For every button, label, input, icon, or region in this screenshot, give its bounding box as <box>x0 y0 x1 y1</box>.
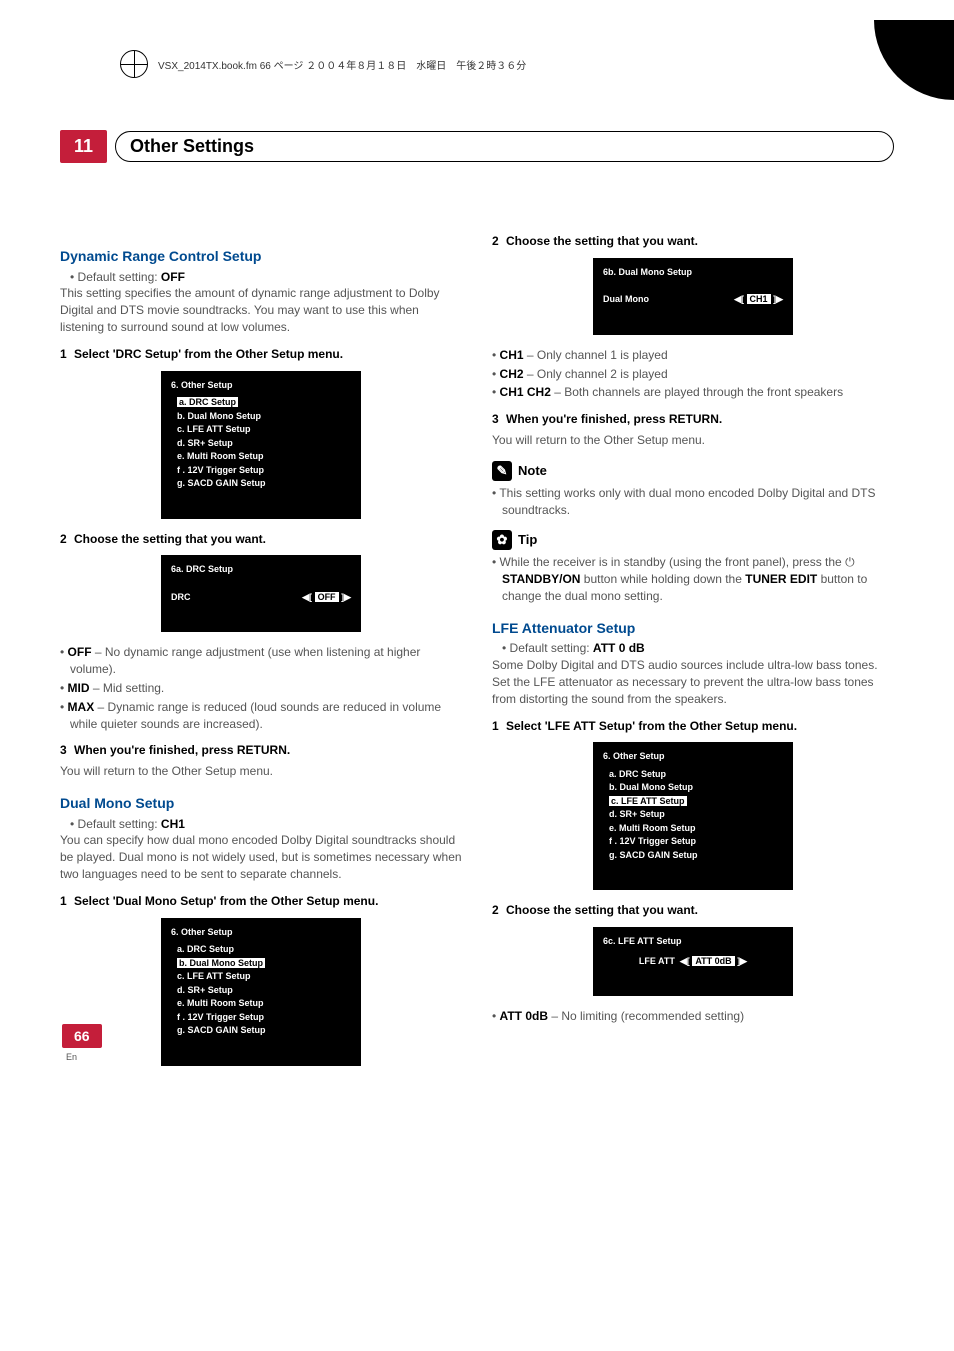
dm-opt-ch1: • CH1 – Only channel 1 is played <box>502 347 894 364</box>
chapter-title: Other Settings <box>130 136 254 157</box>
dm-opt-ch2: • CH2 – Only channel 2 is played <box>502 366 894 383</box>
tip-header: ✿ Tip <box>492 530 894 550</box>
dualmono-return: You will return to the Other Setup menu. <box>492 432 894 449</box>
dm-opt-ch1ch2: • CH1 CH2 – Both channels are played thr… <box>502 384 894 401</box>
osd-drc-setup: 6a. DRC Setup DRC ◀[ OFF ]▶ <box>161 555 361 632</box>
osd-other-setup-dualmono: 6. Other Setup a. DRC Setup b. Dual Mono… <box>161 918 361 1066</box>
dualmono-heading: Dual Mono Setup <box>60 794 462 814</box>
chapter-number-badge: 11 <box>60 130 107 163</box>
lfe-body: Some Dolby Digital and DTS audio sources… <box>492 657 894 707</box>
osd-list: a. DRC Setup b. Dual Mono Setup c. LFE A… <box>171 396 351 491</box>
drc-opt-mid: • MID – Mid setting. <box>70 680 462 697</box>
osd-lfe-att-setup: 6c. LFE ATT Setup LFE ATT ◀[ ATT 0dB ]▶ <box>593 927 793 996</box>
page-lang: En <box>66 1052 77 1062</box>
drc-opt-off: • OFF – No dynamic range adjustment (use… <box>70 644 462 678</box>
drc-body: This setting specifies the amount of dyn… <box>60 285 462 335</box>
chapter-header: 11 Other Settings <box>60 130 894 163</box>
dualmono-body: You can specify how dual mono encoded Do… <box>60 832 462 882</box>
osd-other-setup-drc: 6. Other Setup a. DRC Setup b. Dual Mono… <box>161 371 361 519</box>
chapter-title-capsule: Other Settings <box>115 131 894 162</box>
tip-icon: ✿ <box>492 530 512 550</box>
lfe-step2: 2Choose the setting that you want. <box>492 902 894 919</box>
note-icon: ✎ <box>492 461 512 481</box>
drc-heading: Dynamic Range Control Setup <box>60 247 462 267</box>
note-text: • This setting works only with dual mono… <box>502 485 894 519</box>
lfe-default: • Default setting: ATT 0 dB <box>502 640 894 657</box>
right-column: 2Choose the setting that you want. 6b. D… <box>492 233 894 1078</box>
lfe-heading: LFE Attenuator Setup <box>492 619 894 639</box>
drc-opt-max: • MAX – Dynamic range is reduced (loud s… <box>70 699 462 733</box>
lfe-opt-0db: • ATT 0dB – No limiting (recommended set… <box>502 1008 894 1025</box>
dualmono-step1: 1Select 'Dual Mono Setup' from the Other… <box>60 893 462 910</box>
note-header: ✎ Note <box>492 461 894 481</box>
drc-step3: 3When you're finished, press RETURN. <box>60 742 462 759</box>
left-column: Dynamic Range Control Setup • Default se… <box>60 233 462 1078</box>
drc-return: You will return to the Other Setup menu. <box>60 763 462 780</box>
drc-step1: 1Select 'DRC Setup' from the Other Setup… <box>60 346 462 363</box>
lfe-step1: 1Select 'LFE ATT Setup' from the Other S… <box>492 718 894 735</box>
drc-step2: 2Choose the setting that you want. <box>60 531 462 548</box>
tip-text: • While the receiver is in standby (usin… <box>502 554 894 604</box>
dualmono-step2: 2Choose the setting that you want. <box>492 233 894 250</box>
drc-default: • Default setting: OFF <box>70 269 462 286</box>
osd-dualmono-setup: 6b. Dual Mono Setup Dual Mono ◀[ CH1 ]▶ <box>593 258 793 335</box>
page-number-badge: 66 <box>62 1024 102 1048</box>
dualmono-step3: 3When you're finished, press RETURN. <box>492 411 894 428</box>
dualmono-default: • Default setting: CH1 <box>70 816 462 833</box>
osd-other-setup-lfe: 6. Other Setup a. DRC Setup b. Dual Mono… <box>593 742 793 890</box>
